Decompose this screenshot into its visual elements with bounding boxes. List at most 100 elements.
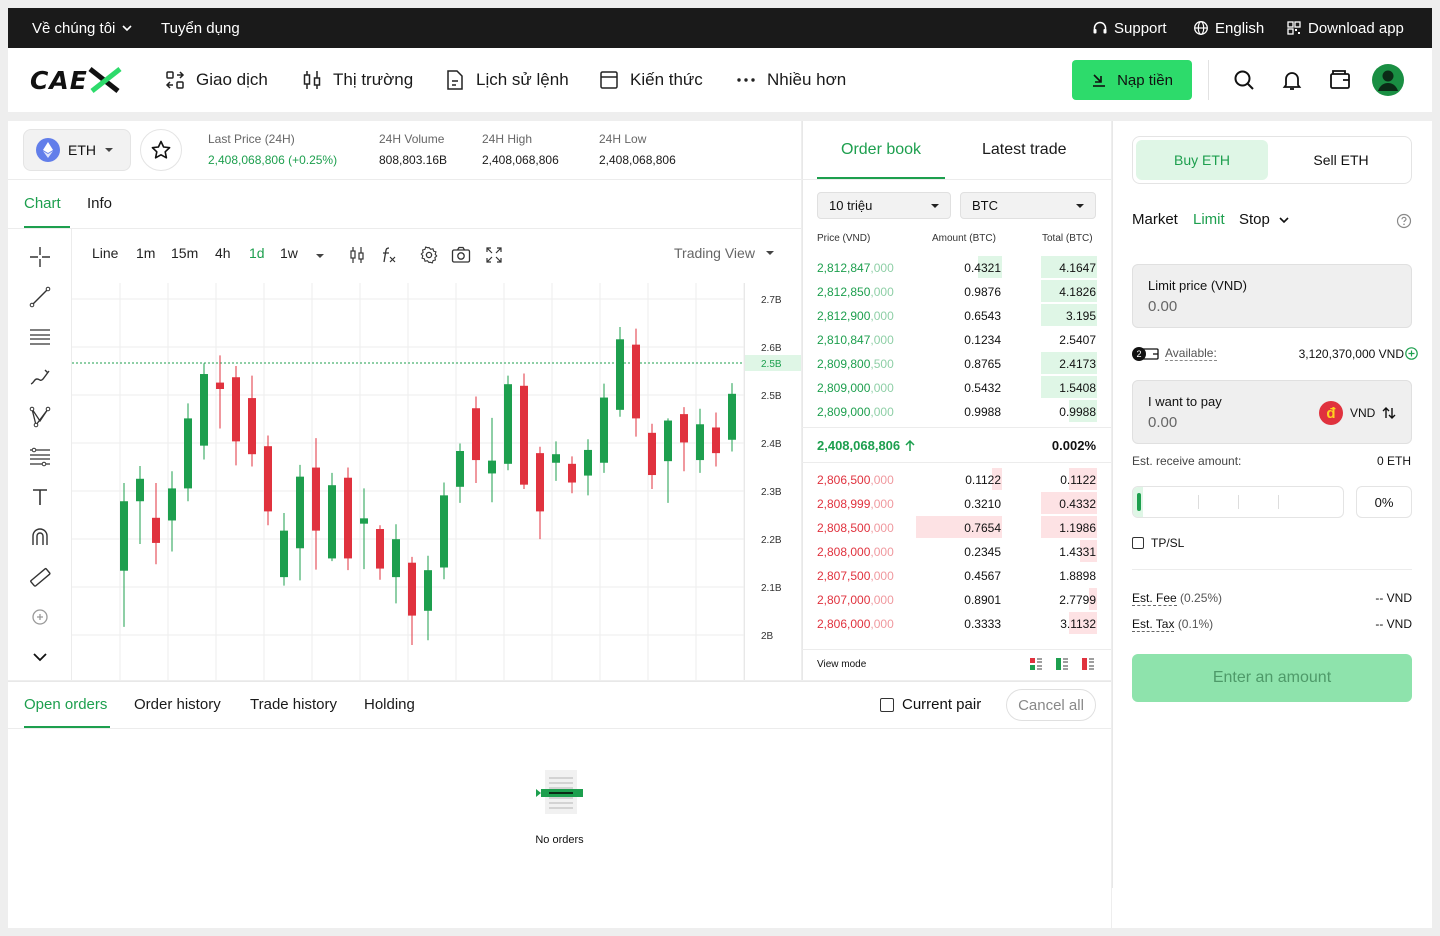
bid-row[interactable]: 2,809,800,500 0.8765 2.4173 <box>802 352 1111 376</box>
bid-row[interactable]: 2,809,000,000 0.9988 0.9988 <box>802 400 1111 424</box>
pattern-icon[interactable] <box>28 405 52 429</box>
row-total: 1.5408 <box>1059 381 1096 395</box>
candlestick-chart[interactable]: 2.7B 2.6B 2.5B 2.4B 2.3B 2.2B 2.1B 2B 2.5B <box>72 283 801 680</box>
pair-selector[interactable]: ETH <box>23 129 131 171</box>
tab-latest-trade[interactable]: Latest trade <box>982 141 1067 159</box>
price-main: 2,812,850 <box>817 285 871 299</box>
ask-row[interactable]: 2,808,999,000 0.3210 0.4332 <box>802 492 1111 516</box>
magnet-icon[interactable] <box>28 525 52 549</box>
quote-select[interactable]: BTC <box>960 192 1096 219</box>
buy-tab[interactable]: Buy ETH <box>1136 140 1268 180</box>
ask-row[interactable]: 2,807,000,000 0.8901 2.7799 <box>802 588 1111 612</box>
ask-row[interactable]: 2,807,500,000 0.4567 1.8898 <box>802 564 1111 588</box>
view-asks-icon[interactable] <box>1082 658 1094 670</box>
sell-tab[interactable]: Sell ETH <box>1274 140 1408 180</box>
careers-link[interactable]: Tuyển dụng <box>161 8 240 48</box>
indicator-fx-icon[interactable] <box>380 246 398 264</box>
view-both-icon[interactable] <box>1030 658 1042 670</box>
view-selector[interactable]: Trading View <box>674 245 775 261</box>
bid-row[interactable]: 2,812,850,000 0.9876 4.1826 <box>802 280 1111 304</box>
nav-trade[interactable]: Giao dịch <box>164 48 268 112</box>
ask-row[interactable]: 2,806,500,000 0.1122 0.1122 <box>802 468 1111 492</box>
ask-row[interactable]: 2,808,000,000 0.2345 1.4331 <box>802 540 1111 564</box>
tab-order-history[interactable]: Order history <box>134 696 221 713</box>
nav-order-history[interactable]: Lịch sử lệnh <box>444 48 569 112</box>
search-icon[interactable] <box>1232 68 1256 92</box>
bid-row[interactable]: 2,812,847,000 0.4321 4.1647 <box>802 256 1111 280</box>
cancel-all-button[interactable]: Cancel all <box>1006 689 1096 721</box>
tab-holding[interactable]: Holding <box>364 696 415 713</box>
tab-open-orders[interactable]: Open orders <box>24 696 107 713</box>
support-link[interactable]: Support <box>1092 8 1167 48</box>
type-stop[interactable]: Stop <box>1239 211 1290 228</box>
interval-1m[interactable]: 1m <box>136 245 155 261</box>
favorite-button[interactable] <box>140 129 182 171</box>
type-market[interactable]: Market <box>1132 211 1178 228</box>
type-limit[interactable]: Limit <box>1193 211 1225 228</box>
submit-button[interactable]: Enter an amount <box>1132 654 1412 702</box>
language-selector[interactable]: English <box>1193 8 1264 48</box>
settings-gear-icon[interactable] <box>420 246 438 264</box>
pay-currency-selector[interactable]: đ VND <box>1319 401 1396 425</box>
nav-market[interactable]: Thị trường <box>301 48 413 112</box>
candle-type-icon[interactable] <box>348 246 366 264</box>
slider-handle[interactable] <box>1135 491 1143 513</box>
mid-price-value: 2,408,068,806 <box>817 438 901 453</box>
ruler-icon[interactable] <box>28 565 52 589</box>
text-tool-icon[interactable] <box>28 485 52 509</box>
tab-trade-history[interactable]: Trade history <box>250 696 337 713</box>
interval-line[interactable]: Line <box>92 245 118 261</box>
horizontal-lines-icon[interactable] <box>28 325 52 349</box>
bid-row[interactable]: 2,810,847,000 0.1234 2.5407 <box>802 328 1111 352</box>
interval-1w[interactable]: 1w <box>280 245 298 261</box>
interval-1d[interactable]: 1d <box>249 245 265 261</box>
globe-icon <box>1194 21 1208 35</box>
about-menu[interactable]: Về chúng tôi <box>32 8 133 48</box>
limit-price-value: 0.00 <box>1148 298 1178 315</box>
percent-input[interactable]: 0% <box>1356 486 1412 518</box>
support-label: Support <box>1114 19 1167 37</box>
bid-row[interactable]: 2,809,000,000 0.5432 1.5408 <box>802 376 1111 400</box>
limit-price-field[interactable]: Limit price (VND) 0.00 <box>1132 264 1412 328</box>
deposit-button[interactable]: Nạp tiền <box>1072 60 1192 100</box>
camera-icon[interactable] <box>451 246 471 264</box>
more-dots-icon <box>737 78 755 82</box>
help-icon[interactable] <box>1396 213 1412 229</box>
download-app-link[interactable]: Download app <box>1286 8 1404 48</box>
tab-info[interactable]: Info <box>87 195 112 212</box>
trend-line-icon[interactable] <box>28 285 52 309</box>
current-pair-checkbox[interactable]: Current pair <box>880 696 981 713</box>
bid-row[interactable]: 2,812,900,000 0.6543 3.195 <box>802 304 1111 328</box>
fibonacci-icon[interactable] <box>28 445 52 469</box>
nav-more[interactable]: Nhiều hơn <box>735 48 846 112</box>
tab-chart[interactable]: Chart <box>24 195 61 212</box>
ask-row[interactable]: 2,808,500,000 0.7654 1.1986 <box>802 516 1111 540</box>
divider <box>802 179 1111 180</box>
brand-logo[interactable]: CAE <box>30 66 122 95</box>
avatar[interactable] <box>1372 64 1404 96</box>
row-total: 1.4331 <box>1059 545 1096 559</box>
zoom-in-icon[interactable] <box>28 605 52 629</box>
fullscreen-icon[interactable] <box>485 246 503 264</box>
interval-more-icon[interactable] <box>315 251 325 261</box>
interval-4h[interactable]: 4h <box>215 245 231 261</box>
interval-15m[interactable]: 15m <box>171 245 198 261</box>
brush-icon[interactable] <box>28 365 52 389</box>
empty-list-icon <box>536 770 583 814</box>
wallet-icon[interactable] <box>1328 68 1352 92</box>
view-bids-icon[interactable] <box>1056 658 1068 670</box>
crosshair-icon[interactable] <box>28 245 52 269</box>
row-amount: 0.6543 <box>964 309 1001 323</box>
swap-icon <box>165 71 185 89</box>
pay-field[interactable]: I want to pay 0.00 đ VND <box>1132 380 1412 444</box>
add-circle-icon[interactable] <box>1405 347 1418 360</box>
bell-icon[interactable] <box>1280 68 1304 92</box>
nav-knowledge[interactable]: Kiến thức <box>598 48 703 112</box>
tpsl-checkbox[interactable]: TP/SL <box>1132 536 1184 550</box>
tab-order-book[interactable]: Order book <box>841 141 921 159</box>
group-select[interactable]: 10 triệu <box>817 192 951 219</box>
chevron-down-icon[interactable] <box>28 645 52 669</box>
ask-row[interactable]: 2,806,000,000 0.3333 3.1132 <box>802 612 1111 636</box>
amount-slider[interactable] <box>1132 486 1344 518</box>
row-total: 3.195 <box>1065 309 1096 323</box>
